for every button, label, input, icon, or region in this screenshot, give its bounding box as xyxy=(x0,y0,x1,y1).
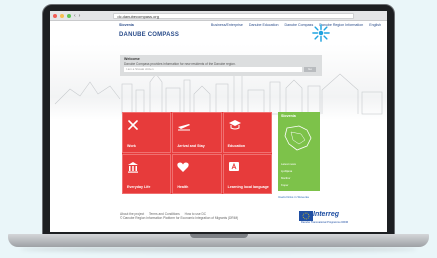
brand-row: DANUBE COMPASS xyxy=(50,29,387,41)
interreg-subtitle: Danube Transnational Programme DRIM xyxy=(301,221,349,224)
close-dot-icon[interactable] xyxy=(53,13,57,18)
top-link[interactable]: Danube Compass xyxy=(284,23,313,27)
laptop-screen: ‹ › dc.danubecompass.org Slovenia Busine… xyxy=(50,11,387,232)
map-outline-icon xyxy=(284,125,312,151)
tile-health[interactable]: Health xyxy=(172,153,222,194)
address-bar[interactable]: dc.danubecompass.org xyxy=(113,12,354,19)
tile-label: Learning local language xyxy=(227,185,269,189)
heart-icon xyxy=(177,162,189,172)
top-link[interactable]: English xyxy=(369,23,381,27)
tile-label: Everyday Life xyxy=(127,185,151,189)
language-selector[interactable]: Slovenia xyxy=(119,23,134,27)
tile-label: Work xyxy=(127,143,136,148)
search-button[interactable]: Go xyxy=(304,67,316,72)
tile-everyday-life[interactable]: Everyday Life xyxy=(122,153,172,194)
search-heading: Welcome xyxy=(124,57,140,61)
back-icon[interactable]: ‹ xyxy=(74,13,76,19)
search-input[interactable]: I am a Slovak citizen xyxy=(124,67,302,72)
tile-label: Health xyxy=(177,185,189,189)
laptop-notch xyxy=(190,234,248,238)
eu-flag-icon xyxy=(299,211,313,221)
category-grid: Work Arrival and Stay Education Everyday… xyxy=(122,112,272,194)
search-panel: Welcome Danube Compass provides informat… xyxy=(120,55,322,76)
map-line: Latest news xyxy=(281,162,296,166)
letter-a-icon xyxy=(228,161,239,171)
top-link[interactable]: Business/Enterprise xyxy=(211,23,243,27)
browser-chrome: ‹ › dc.danubecompass.org xyxy=(50,11,387,21)
interreg-logo[interactable]: Interreg Danube Transnational Programme … xyxy=(299,211,348,227)
forward-icon[interactable]: › xyxy=(79,13,81,19)
useful-links[interactable]: Useful links in Slovenia xyxy=(278,195,309,199)
map-title: Slovenia xyxy=(281,114,296,118)
copyright: © Danube Region Information Platform for… xyxy=(120,216,239,220)
top-link[interactable]: Danube Education xyxy=(249,23,279,27)
tile-education[interactable]: Education xyxy=(222,112,272,153)
tile-label: Arrival and Stay xyxy=(177,143,205,148)
tile-arrival[interactable]: Arrival and Stay xyxy=(172,112,222,153)
mortarboard-icon xyxy=(228,120,241,130)
tile-language[interactable]: Learning local language xyxy=(222,153,272,194)
tile-work[interactable]: Work xyxy=(122,112,172,153)
maximize-dot-icon[interactable] xyxy=(67,13,71,18)
airplane-icon xyxy=(178,124,191,131)
interreg-name: Interreg xyxy=(313,211,340,218)
top-links: Business/Enterprise Danube Education Dan… xyxy=(211,23,381,27)
footer: About the project Terms and Conditions H… xyxy=(120,212,238,220)
top-navigation: Slovenia Business/Enterprise Danube Educ… xyxy=(50,21,387,29)
compass-logo-icon[interactable] xyxy=(312,24,330,42)
tools-icon xyxy=(128,120,138,130)
building-icon xyxy=(128,161,138,173)
tile-label: Education xyxy=(227,143,246,148)
map-line[interactable]: Koper xyxy=(281,183,288,187)
map-line[interactable]: Ljubljana xyxy=(281,169,292,173)
country-map-panel[interactable]: Slovenia Latest news Ljubljana Maribor K… xyxy=(278,112,320,191)
minimize-dot-icon[interactable] xyxy=(60,13,64,18)
search-description: Danube Compass provides information for … xyxy=(124,62,236,66)
map-line[interactable]: Maribor xyxy=(281,176,290,180)
site-title[interactable]: DANUBE COMPASS xyxy=(119,32,179,38)
